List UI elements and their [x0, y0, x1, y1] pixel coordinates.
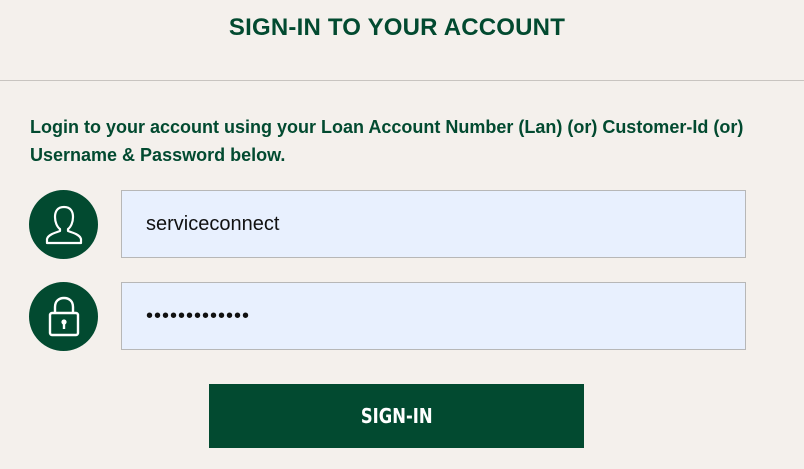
user-icon-graphic [45, 205, 82, 244]
lock-icon [29, 282, 98, 351]
username-input[interactable] [121, 190, 746, 258]
sign-in-button[interactable]: SIGN-IN [209, 384, 584, 448]
header-divider [0, 80, 804, 81]
sign-in-button-label: SIGN-IN [360, 404, 433, 428]
password-input[interactable] [121, 282, 746, 350]
login-page: SIGN-IN TO YOUR ACCOUNT Login to your ac… [0, 0, 804, 469]
user-icon [29, 190, 98, 259]
lock-icon-graphic [48, 296, 79, 336]
login-instructions: Login to your account using your Loan Ac… [30, 117, 744, 165]
page-title: SIGN-IN TO YOUR ACCOUNT [228, 14, 566, 41]
